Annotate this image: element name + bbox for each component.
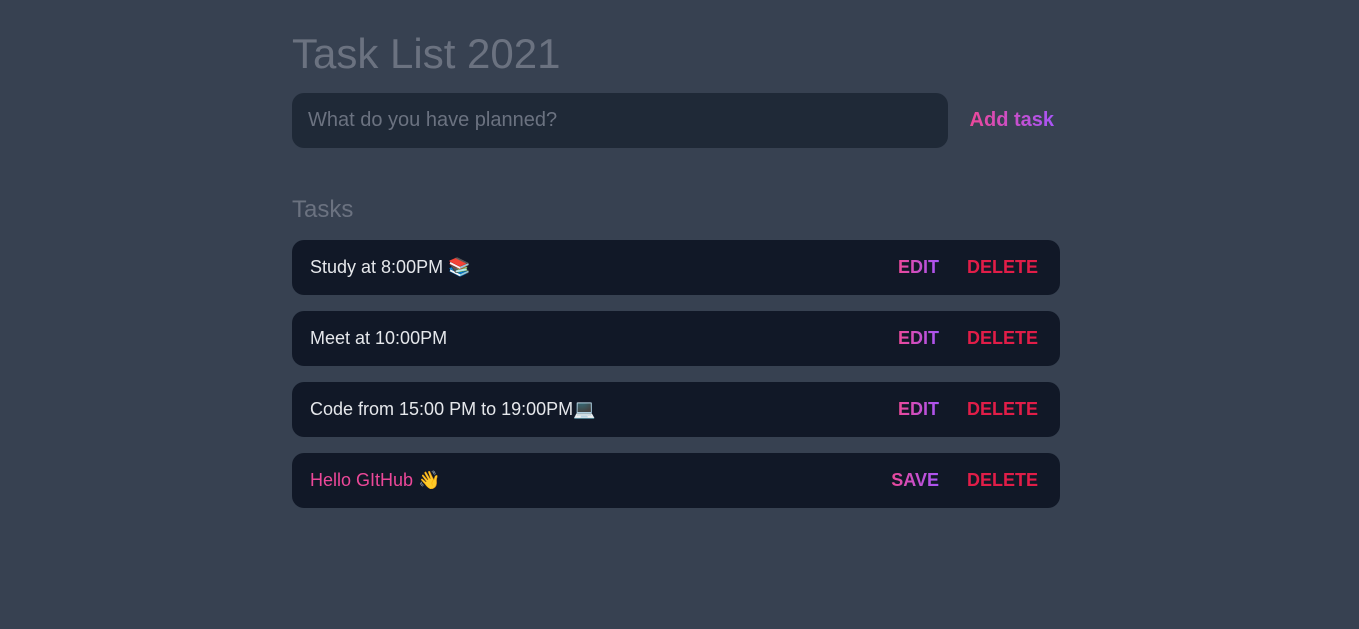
task-actions: EDIT DELETE: [898, 382, 1038, 437]
task-text: Study at 8:00PM 📚: [310, 257, 471, 277]
task-item: Meet at 10:00PM EDIT DELETE: [292, 311, 1060, 366]
task-text: Code from 15:00 PM to 19:00PM💻: [310, 399, 596, 419]
delete-button[interactable]: DELETE: [967, 470, 1038, 491]
delete-button[interactable]: DELETE: [967, 328, 1038, 349]
edit-button[interactable]: EDIT: [898, 399, 939, 420]
save-button[interactable]: SAVE: [891, 470, 939, 491]
add-task-button[interactable]: Add task: [970, 93, 1054, 148]
task-actions: EDIT DELETE: [898, 311, 1038, 366]
tasks-heading: Tasks: [292, 196, 354, 223]
task-item: Code from 15:00 PM to 19:00PM💻 EDIT DELE…: [292, 382, 1060, 437]
page-title: Task List 2021: [292, 30, 561, 77]
delete-button[interactable]: DELETE: [967, 399, 1038, 420]
new-task-input[interactable]: [292, 93, 948, 148]
task-edit-text[interactable]: Hello GItHub 👋: [310, 453, 440, 508]
task-text: Meet at 10:00PM: [310, 328, 448, 348]
new-task-form: Add task: [292, 93, 1060, 148]
edit-button[interactable]: EDIT: [898, 328, 939, 349]
task-actions: SAVE DELETE: [891, 453, 1038, 508]
task-item-editing: Hello GItHub 👋 SAVE DELETE: [292, 453, 1060, 508]
task-list: Study at 8:00PM 📚 EDIT DELETE Meet at 10…: [292, 240, 1060, 524]
task-actions: EDIT DELETE: [898, 240, 1038, 295]
delete-button[interactable]: DELETE: [967, 257, 1038, 278]
edit-button[interactable]: EDIT: [898, 257, 939, 278]
task-item: Study at 8:00PM 📚 EDIT DELETE: [292, 240, 1060, 295]
